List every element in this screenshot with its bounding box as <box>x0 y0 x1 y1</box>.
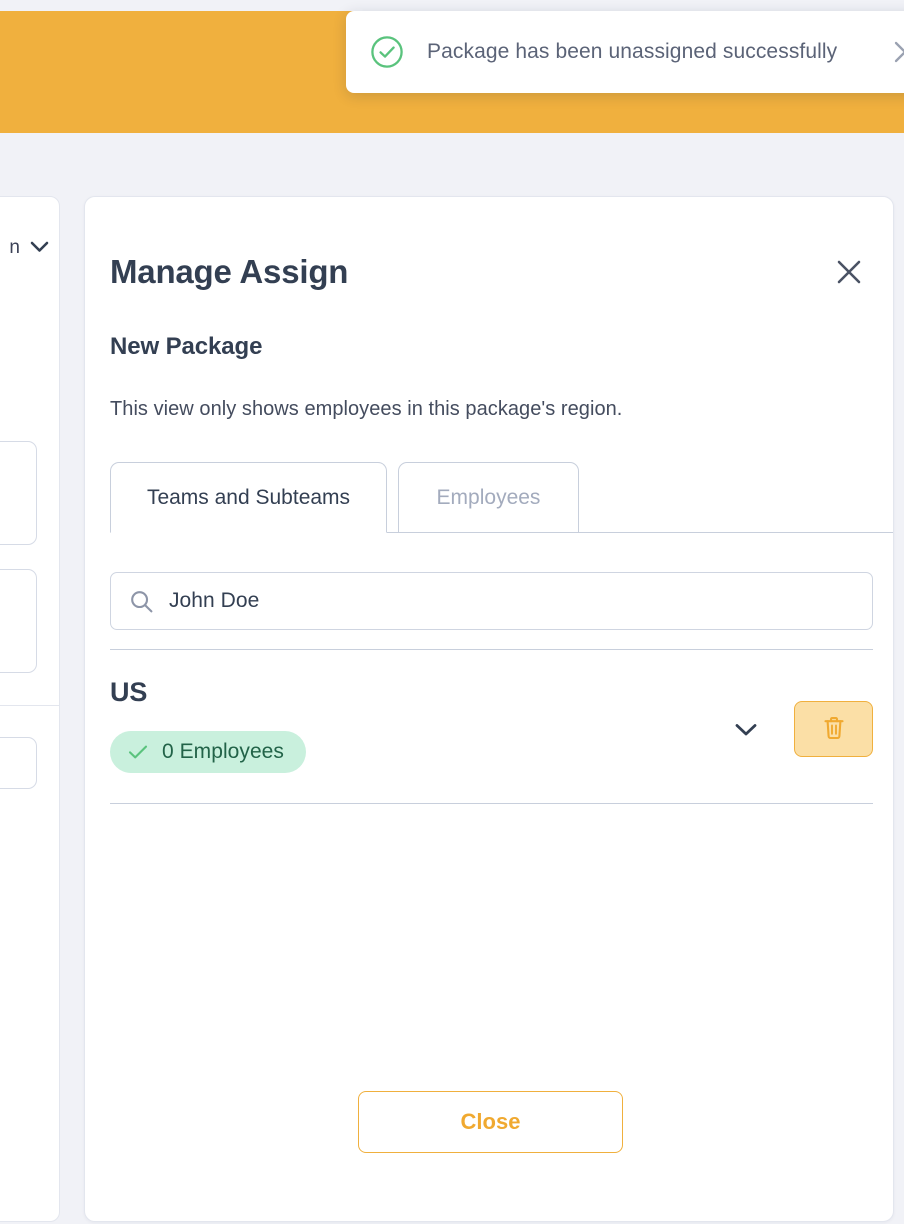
left-panel-card[interactable] <box>0 569 37 673</box>
package-name: New Package <box>110 333 262 361</box>
left-panel-divider <box>0 705 60 706</box>
trash-icon <box>823 716 845 743</box>
divider <box>110 649 873 650</box>
delete-group-button[interactable] <box>794 701 873 757</box>
badge-label: 0 Employees <box>162 740 284 764</box>
left-panel-card[interactable] <box>0 737 37 789</box>
group-name: US <box>110 677 147 708</box>
close-icon[interactable] <box>832 255 866 289</box>
chevron-down-icon <box>30 237 49 259</box>
check-circle-icon <box>370 35 404 69</box>
group-row-us: US 0 Employees <box>110 677 873 787</box>
modal-note: This view only shows employees in this p… <box>110 398 622 421</box>
close-button[interactable]: Close <box>358 1091 623 1153</box>
modal-header: Manage Assign <box>110 248 868 296</box>
manage-assign-modal: Manage Assign New Package This view only… <box>84 196 894 1222</box>
tab-teams-and-subteams[interactable]: Teams and Subteams <box>110 462 387 533</box>
search-input[interactable] <box>110 572 873 630</box>
divider <box>110 803 873 804</box>
page-title: Manage Assign <box>110 253 348 291</box>
tab-employees[interactable]: Employees <box>398 462 579 533</box>
search-icon <box>130 590 153 613</box>
search-field[interactable] <box>153 573 872 629</box>
check-icon <box>128 744 148 760</box>
toast-message: Package has been unassigned successfully <box>404 40 874 64</box>
status-badge: 0 Employees <box>110 731 306 773</box>
tab-bar: Teams and Subteams Employees <box>110 462 893 533</box>
chevron-down-icon[interactable] <box>731 715 761 745</box>
left-side-panel: n e <box>0 196 60 1222</box>
close-icon[interactable] <box>890 37 904 67</box>
left-panel-select[interactable]: n <box>0 233 49 263</box>
left-panel-select-value: n <box>9 237 20 259</box>
success-toast: Package has been unassigned successfully <box>346 11 904 93</box>
left-panel-card[interactable] <box>0 441 37 545</box>
